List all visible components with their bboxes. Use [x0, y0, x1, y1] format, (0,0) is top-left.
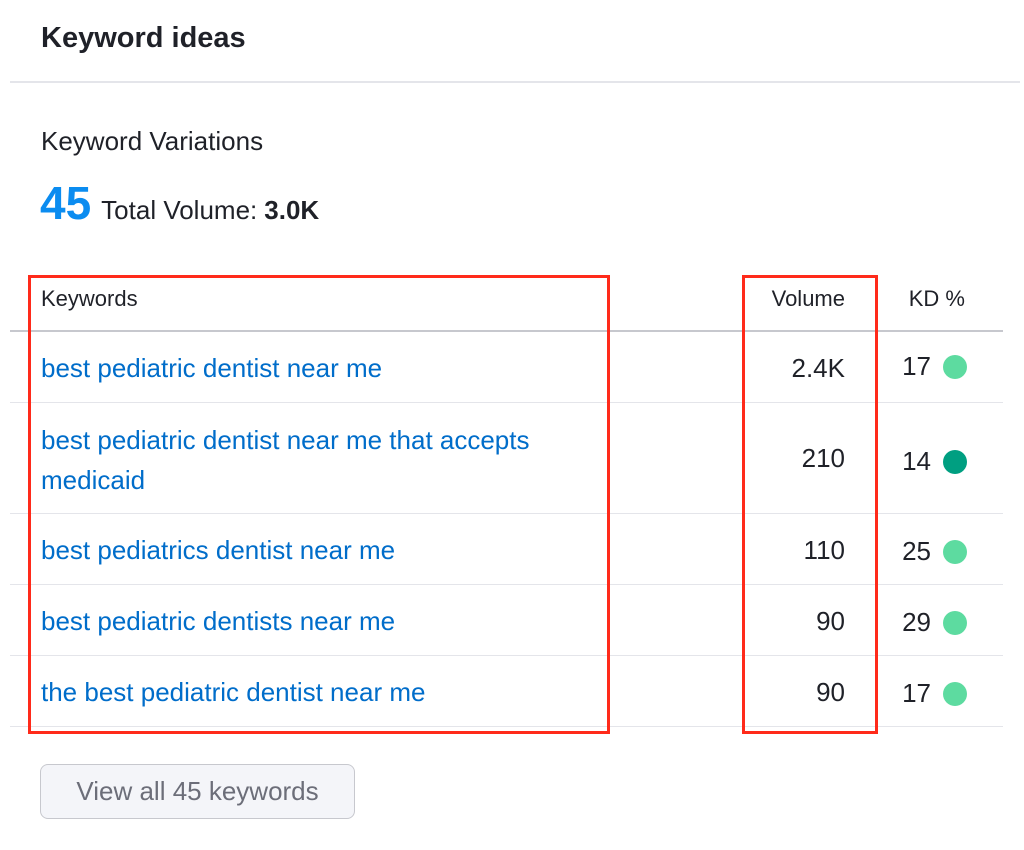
kd-difficulty-dot-icon — [943, 354, 967, 379]
kd-difficulty-dot-icon — [943, 681, 967, 706]
column-header-keywords: Keywords — [41, 286, 138, 311]
keyword-link[interactable]: best pediatrics dentist near me — [41, 530, 611, 570]
kd-value: 17 — [902, 351, 931, 381]
column-header-volume: Volume — [771, 286, 845, 311]
column-header-kd: KD % — [908, 286, 965, 311]
kd-cell: 17 — [902, 351, 967, 382]
table-row: best pediatric dentist near me that acce… — [10, 403, 1003, 514]
table-row: best pediatric dentist near me 2.4K 17 — [10, 332, 1003, 403]
total-volume-label: Total Volume: — [101, 195, 258, 225]
kd-value: 14 — [902, 446, 931, 476]
table-header: Keywords Volume KD % — [10, 268, 1003, 332]
keyword-count: 45 — [40, 177, 92, 229]
table-row: the best pediatric dentist near me 90 17 — [10, 656, 1003, 727]
header-divider — [10, 81, 1020, 83]
kd-value: 17 — [902, 678, 931, 708]
kd-cell: 25 — [902, 536, 967, 567]
keyword-link[interactable]: best pediatric dentist near me that acce… — [41, 420, 611, 500]
table-row: best pediatric dentists near me 90 29 — [10, 585, 1003, 656]
volume-value: 90 — [816, 677, 845, 707]
keyword-summary: 45 Total Volume: 3.0K — [40, 176, 319, 230]
keyword-link[interactable]: best pediatric dentist near me — [41, 348, 611, 388]
kd-value: 25 — [902, 536, 931, 566]
volume-value: 210 — [801, 443, 845, 473]
keyword-link[interactable]: the best pediatric dentist near me — [41, 672, 611, 712]
volume-value: 110 — [803, 535, 845, 565]
kd-difficulty-dot-icon — [943, 449, 967, 474]
total-volume-value: 3.0K — [264, 195, 320, 225]
section-title: Keyword Variations — [41, 126, 264, 156]
kd-cell: 29 — [902, 607, 967, 638]
kd-cell: 14 — [902, 446, 967, 477]
kd-cell: 17 — [902, 678, 967, 709]
kd-difficulty-dot-icon — [943, 539, 967, 564]
volume-value: 90 — [816, 606, 845, 636]
kd-value: 29 — [902, 607, 931, 637]
keywords-table: Keywords Volume KD % best pediatric dent… — [10, 268, 1003, 727]
panel-title: Keyword ideas — [41, 22, 246, 54]
volume-value: 2.4K — [791, 353, 846, 383]
kd-difficulty-dot-icon — [943, 610, 967, 635]
keyword-link[interactable]: best pediatric dentists near me — [41, 601, 611, 641]
table-row: best pediatrics dentist near me 110 25 — [10, 514, 1003, 585]
view-all-keywords-button[interactable]: View all 45 keywords — [40, 764, 355, 819]
